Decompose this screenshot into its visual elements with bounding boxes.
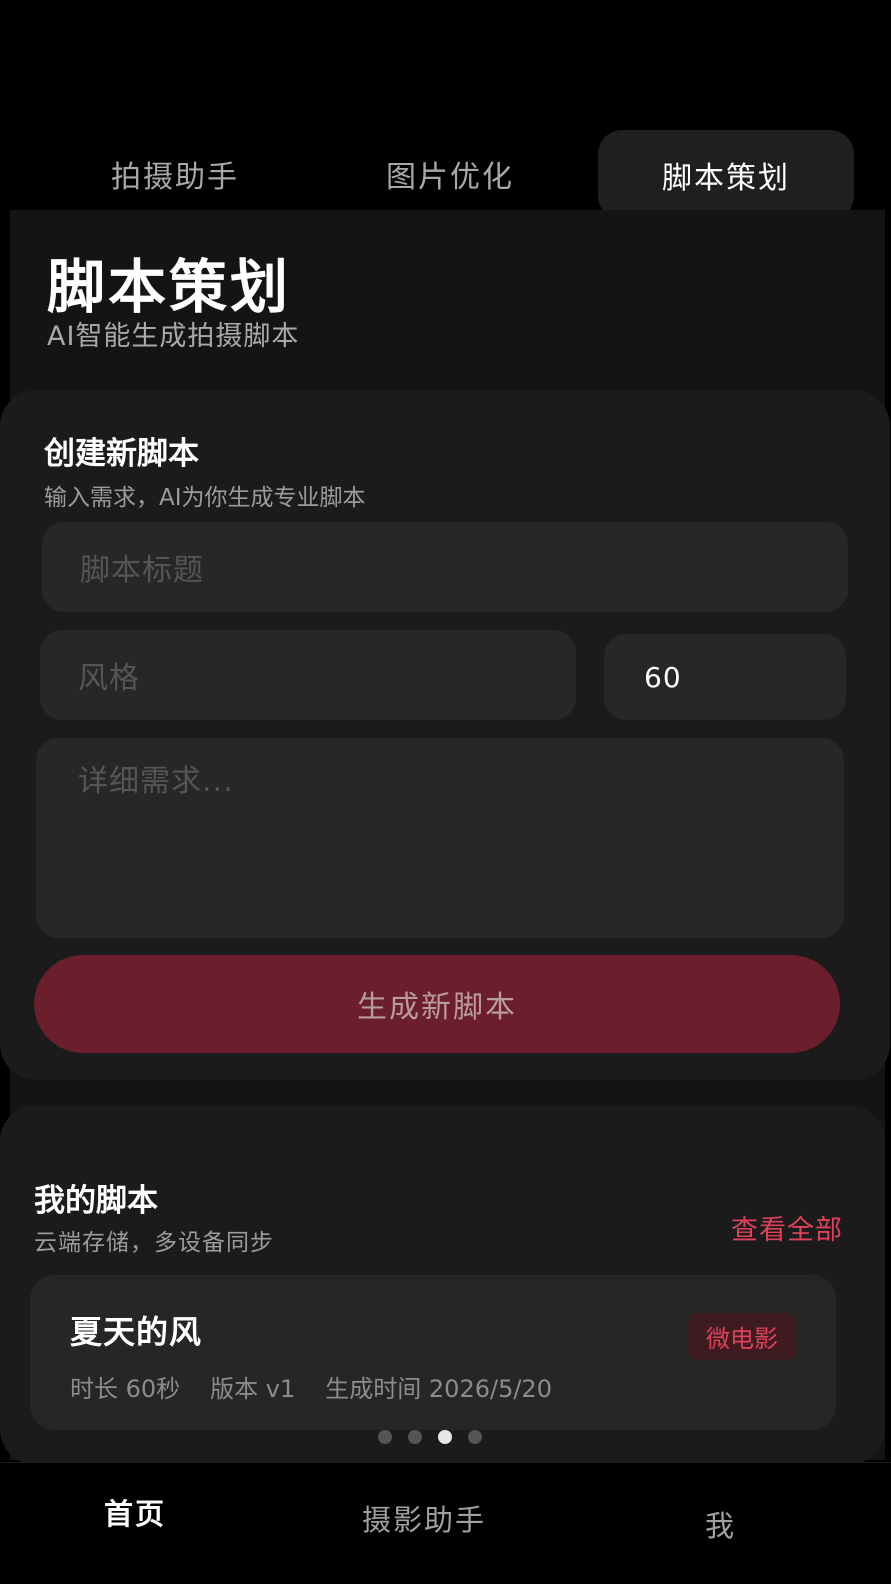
generate-script-button[interactable]: 生成新脚本 xyxy=(34,955,840,1053)
script-title-input[interactable]: 脚本标题 xyxy=(42,522,848,612)
script-meta: 时长 60秒 版本 v1 生成时间 2026/5/20 xyxy=(70,1369,552,1404)
script-version: 版本 v1 xyxy=(210,1375,296,1403)
page-subtitle: AI智能生成拍摄脚本 xyxy=(47,321,300,352)
detail-requirements-textarea[interactable]: 详细需求... xyxy=(36,738,844,938)
script-created-time: 生成时间 2026/5/20 xyxy=(325,1375,552,1403)
duration-input[interactable]: 60 xyxy=(604,634,846,720)
bottom-nav-bar: 首页 摄影助手 我 xyxy=(0,1462,891,1584)
page-dot[interactable] xyxy=(468,1430,482,1444)
page-dot[interactable] xyxy=(378,1430,392,1444)
script-genre-badge: 微电影 xyxy=(688,1313,796,1360)
page-title: 脚本策划 xyxy=(47,253,292,321)
my-scripts-subtitle: 云端存储，多设备同步 xyxy=(34,1230,274,1256)
page-dot[interactable] xyxy=(408,1430,422,1444)
tab-image-optimize[interactable]: 图片优化 xyxy=(315,128,585,220)
nav-home[interactable]: 首页 xyxy=(104,1491,166,1533)
my-scripts-card: 我的脚本 云端存储，多设备同步 查看全部 夏天的风 微电影 时长 60秒 版本 … xyxy=(0,1105,885,1465)
script-name: 夏天的风 xyxy=(70,1313,203,1351)
nav-photo-assistant[interactable]: 摄影助手 xyxy=(362,1497,486,1539)
create-script-card: 创建新脚本 输入需求，AI为你生成专业脚本 脚本标题 风格 60 详细需求...… xyxy=(0,390,890,1080)
app-screen: 拍摄助手 图片优化 脚本策划 脚本策划 AI智能生成拍摄脚本 创建新脚本 输入需… xyxy=(0,0,891,1584)
tab-script-planning[interactable]: 脚本策划 xyxy=(598,130,854,220)
nav-me[interactable]: 我 xyxy=(705,1503,736,1545)
my-scripts-title: 我的脚本 xyxy=(34,1183,158,1219)
script-duration: 时长 60秒 xyxy=(70,1375,181,1403)
script-list-item[interactable]: 夏天的风 微电影 时长 60秒 版本 v1 生成时间 2026/5/20 xyxy=(30,1275,836,1430)
style-input[interactable]: 风格 xyxy=(40,630,576,720)
create-card-title: 创建新脚本 xyxy=(44,436,199,472)
page-indicator xyxy=(378,1430,482,1444)
main-panel: 脚本策划 AI智能生成拍摄脚本 创建新脚本 输入需求，AI为你生成专业脚本 脚本… xyxy=(0,210,890,1465)
view-all-link[interactable]: 查看全部 xyxy=(731,1208,843,1247)
page-dot-active[interactable] xyxy=(438,1430,452,1444)
create-card-subtitle: 输入需求，AI为你生成专业脚本 xyxy=(44,485,366,511)
tab-shooting-assistant[interactable]: 拍摄助手 xyxy=(40,128,310,220)
